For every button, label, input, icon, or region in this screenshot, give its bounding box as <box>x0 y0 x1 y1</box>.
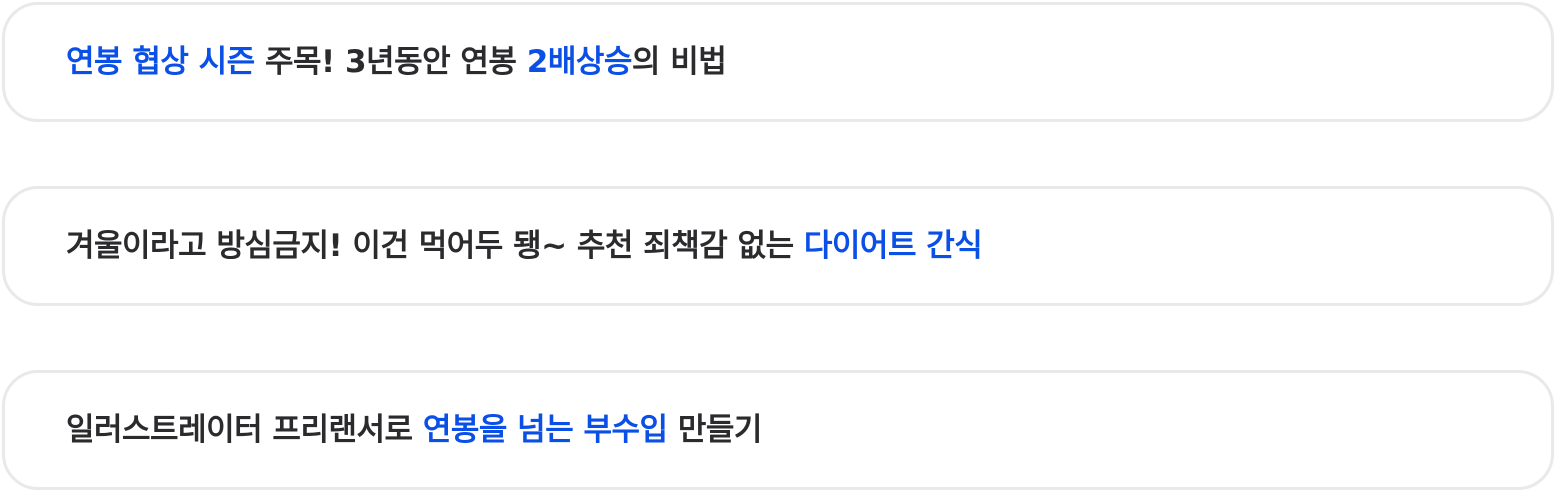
title-text: 만들기 <box>667 411 763 448</box>
title-text: 겨울이라고 방심금지! 이건 먹어두 됑~ 추천 죄책감 없는 <box>66 227 804 264</box>
title-highlight: 연봉 협상 시즌 <box>66 43 255 80</box>
article-card-title: 일러스트레이터 프리랜서로 연봉을 넘는 부수입 만들기 <box>66 411 763 448</box>
title-text: 일러스트레이터 프리랜서로 <box>66 411 423 448</box>
article-card-title: 겨울이라고 방심금지! 이건 먹어두 됑~ 추천 죄책감 없는 다이어트 간식 <box>66 227 983 264</box>
article-card-3[interactable]: 일러스트레이터 프리랜서로 연봉을 넘는 부수입 만들기 <box>2 370 1554 490</box>
article-card-2[interactable]: 겨울이라고 방심금지! 이건 먹어두 됑~ 추천 죄책감 없는 다이어트 간식 <box>2 186 1554 306</box>
title-text: 의 비법 <box>631 43 727 80</box>
article-card-1[interactable]: 연봉 협상 시즌 주목! 3년동안 연봉 2배상승의 비법 <box>2 2 1554 122</box>
article-card-list: 연봉 협상 시즌 주목! 3년동안 연봉 2배상승의 비법 겨울이라고 방심금지… <box>0 0 1560 494</box>
title-highlight: 2배상승 <box>526 43 633 80</box>
title-text: 주목! 3년동안 연봉 <box>254 43 527 80</box>
title-highlight: 다이어트 간식 <box>803 227 983 264</box>
title-highlight: 연봉을 넘는 부수입 <box>422 411 668 448</box>
article-card-title: 연봉 협상 시즌 주목! 3년동안 연봉 2배상승의 비법 <box>66 43 727 80</box>
